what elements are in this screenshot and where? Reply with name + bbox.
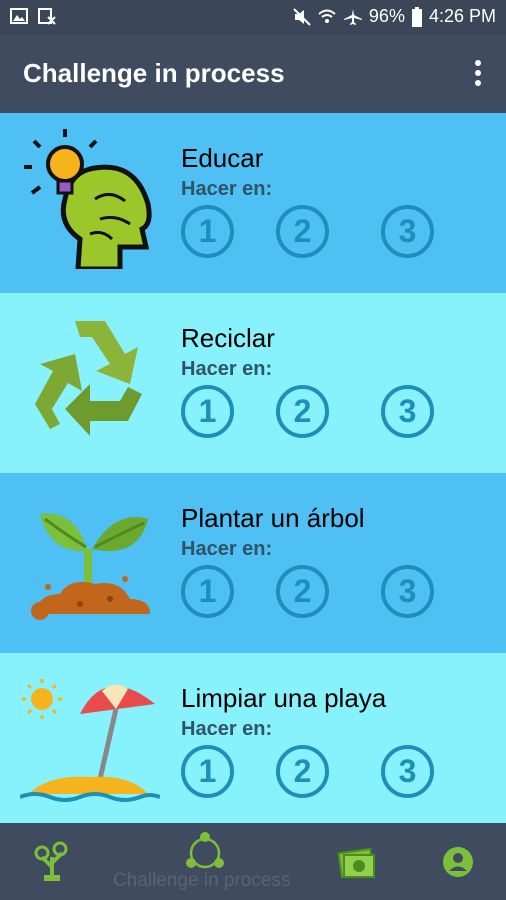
option-1-button[interactable]: 1	[181, 385, 234, 438]
battery-percent: 96%	[368, 6, 405, 26]
option-2-button[interactable]: 2	[276, 745, 329, 798]
challenge-title: Limpiar una playa	[181, 683, 387, 713]
option-1-button[interactable]: 1	[181, 745, 234, 798]
nav-active-label: Challenge in process	[113, 870, 291, 891]
nav-item-tree[interactable]	[30, 823, 74, 900]
more-vert-icon[interactable]	[468, 58, 488, 88]
challenge-subtitle: Hacer en:	[181, 178, 273, 200]
image-icon	[10, 8, 28, 24]
challenge-subtitle: Hacer en:	[181, 538, 273, 560]
account-icon	[443, 847, 473, 877]
challenge-list: Educar Hacer en: 1 2 3 Reciclar Hacer en…	[0, 113, 506, 833]
app-bar: Challenge in process	[0, 34, 506, 113]
option-1-button[interactable]: 1	[181, 565, 234, 618]
battery-icon	[411, 6, 422, 27]
option-1-button[interactable]: 1	[181, 205, 234, 258]
plant-sprout-icon	[31, 513, 150, 620]
challenge-subtitle: Hacer en:	[181, 358, 273, 380]
option-3-button[interactable]: 3	[381, 385, 434, 438]
challenge-title: Reciclar	[181, 323, 275, 353]
status-right: 96% 4:26 PM	[293, 6, 496, 27]
challenge-title: Plantar un árbol	[181, 503, 365, 533]
beach-umbrella-icon	[20, 679, 160, 802]
option-3-button[interactable]: 3	[381, 745, 434, 798]
nav-item-money[interactable]	[335, 823, 379, 900]
status-bar: 96% 4:26 PM	[0, 0, 506, 34]
mute-icon	[293, 7, 311, 26]
option-3-button[interactable]: 3	[381, 205, 434, 258]
head-lightbulb-icon	[24, 129, 152, 269]
tree-icon	[34, 841, 68, 881]
nav-item-account[interactable]	[436, 823, 480, 900]
recycle-icon	[35, 321, 142, 436]
status-time: 4:26 PM	[428, 6, 496, 26]
status-left	[10, 7, 56, 25]
challenge-subtitle: Hacer en:	[181, 718, 273, 740]
challenge-card-plantar[interactable]: Plantar un árbol Hacer en: 1 2 3	[0, 473, 506, 653]
airplane-icon	[343, 8, 362, 25]
page-title: Challenge in process	[23, 58, 285, 88]
share-cycle-icon	[186, 832, 224, 869]
option-2-button[interactable]: 2	[276, 205, 329, 258]
option-2-button[interactable]: 2	[276, 385, 329, 438]
photo-clear-icon	[38, 8, 56, 25]
wifi-icon	[318, 9, 336, 23]
challenge-card-reciclar[interactable]: Reciclar Hacer en: 1 2 3	[0, 293, 506, 473]
challenge-card-limpiar[interactable]: Limpiar una playa Hacer en: 1 2 3	[0, 653, 506, 833]
money-icon	[337, 847, 375, 879]
option-2-button[interactable]: 2	[276, 565, 329, 618]
bottom-nav: Challenge in process	[0, 823, 506, 900]
option-3-button[interactable]: 3	[381, 565, 434, 618]
challenge-title: Educar	[181, 143, 264, 173]
challenge-card-educar[interactable]: Educar Hacer en: 1 2 3	[0, 113, 506, 293]
